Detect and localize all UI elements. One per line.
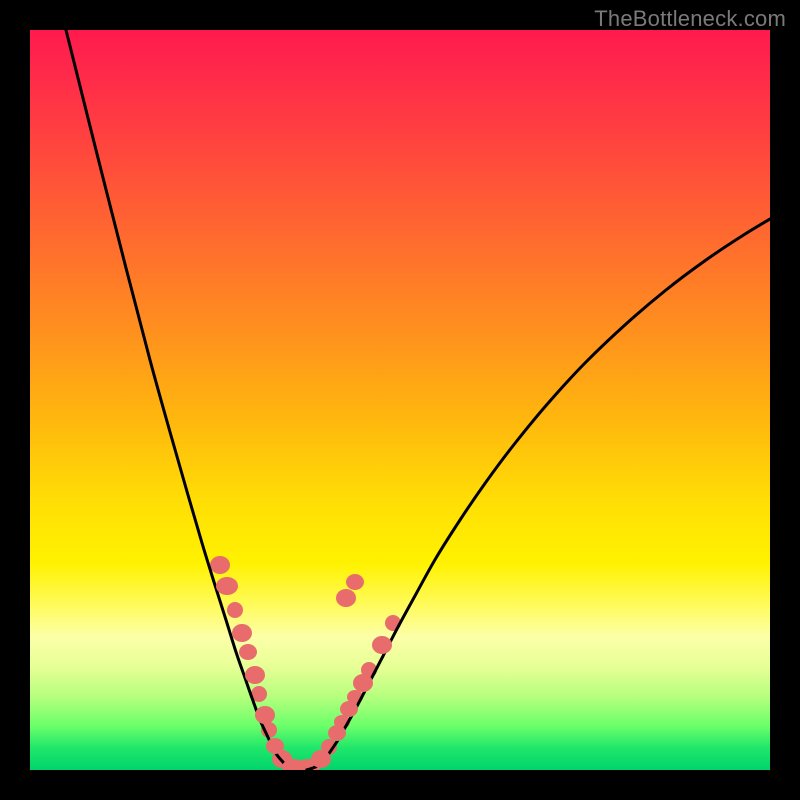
bottleneck-curve	[66, 30, 770, 770]
plot-area	[30, 30, 770, 770]
data-dot	[232, 624, 252, 642]
data-dot	[336, 589, 356, 607]
data-dot	[340, 701, 358, 717]
data-dot	[227, 602, 243, 618]
data-dot	[346, 574, 364, 590]
data-dot	[353, 674, 373, 692]
data-dot	[255, 706, 275, 724]
chart-svg	[30, 30, 770, 770]
data-dot	[245, 666, 265, 684]
data-dot	[210, 556, 230, 574]
data-dot	[372, 636, 392, 654]
data-dot	[216, 577, 238, 595]
data-dot	[328, 725, 346, 741]
chart-frame: TheBottleneck.com	[0, 0, 800, 800]
data-dot	[239, 644, 257, 660]
watermark-text: TheBottleneck.com	[594, 6, 786, 32]
data-dot	[266, 738, 284, 754]
data-dot	[311, 750, 331, 768]
